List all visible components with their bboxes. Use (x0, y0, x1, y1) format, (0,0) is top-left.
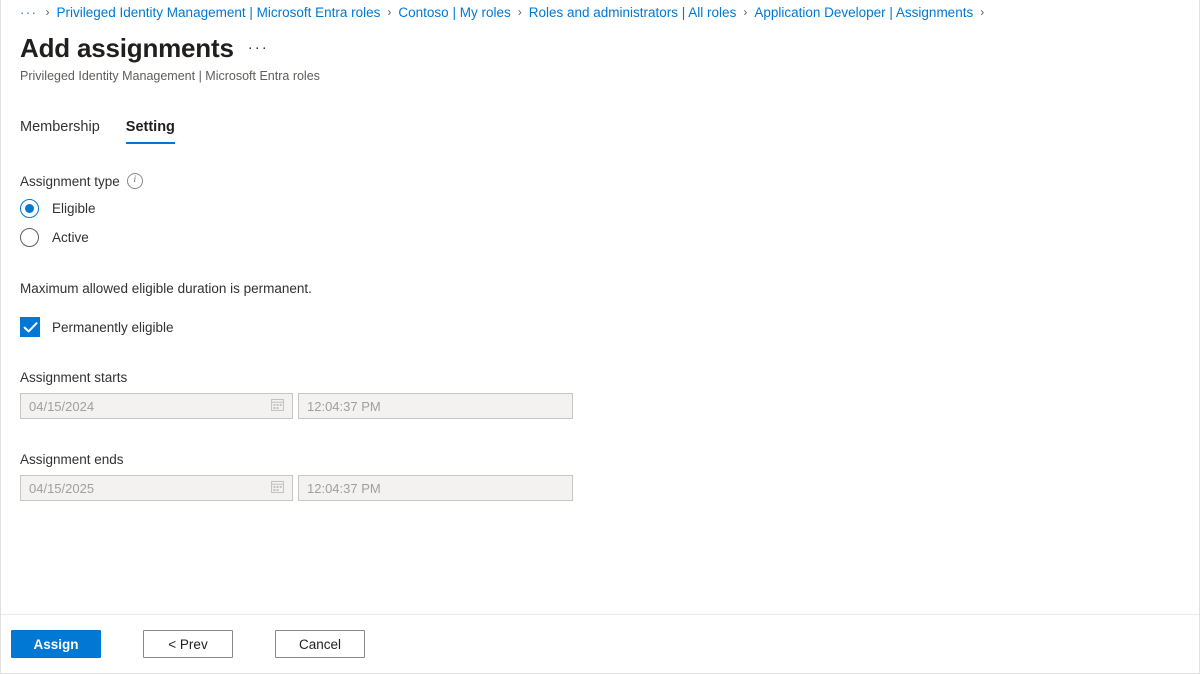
breadcrumb: ··· › Privileged Identity Management | M… (1, 0, 1199, 24)
prev-button[interactable]: < Prev (143, 630, 233, 658)
page-title: Add assignments (20, 33, 234, 63)
assignment-starts-block: Assignment starts 04/15/2024 12:04:37 PM (20, 370, 1199, 419)
chevron-right-icon: › (387, 5, 392, 19)
add-assignments-blade: ··· › Privileged Identity Management | M… (0, 0, 1200, 674)
assignment-ends-block: Assignment ends 04/15/2025 12:04:37 PM (20, 452, 1199, 501)
breadcrumb-item-assignments[interactable]: Application Developer | Assignments (754, 5, 973, 20)
assignment-starts-date-input[interactable]: 04/15/2024 (20, 393, 293, 419)
assignment-ends-time-value: 12:04:37 PM (307, 480, 381, 496)
assignment-starts-row: 04/15/2024 12:04:37 PM (20, 393, 1199, 419)
page-header: Add assignments ··· Privileged Identity … (1, 24, 1199, 83)
breadcrumb-item-pim[interactable]: Privileged Identity Management | Microso… (57, 5, 381, 20)
chevron-right-icon: › (980, 5, 985, 19)
chevron-right-icon: › (743, 5, 748, 19)
permanently-eligible-label: Permanently eligible (52, 319, 174, 335)
assignment-ends-date-input[interactable]: 04/15/2025 (20, 475, 293, 501)
assignment-starts-label: Assignment starts (20, 370, 128, 385)
radio-active-indicator[interactable] (20, 228, 39, 247)
breadcrumb-item-my-roles[interactable]: Contoso | My roles (398, 5, 510, 20)
title-row: Add assignments ··· (20, 32, 1199, 64)
cancel-button[interactable]: Cancel (275, 630, 365, 658)
permanently-eligible-checkbox-row[interactable]: Permanently eligible (20, 317, 174, 337)
footer-action-bar: Assign < Prev Cancel (1, 614, 1199, 673)
assignment-ends-date-value: 04/15/2025 (29, 480, 95, 496)
radio-active-label: Active (52, 230, 89, 245)
assignment-starts-time-value: 12:04:37 PM (307, 398, 381, 414)
radio-option-active[interactable]: Active (20, 228, 89, 247)
page-subtitle: Privileged Identity Management | Microso… (20, 69, 320, 83)
info-icon[interactable]: i (126, 173, 143, 189)
assignment-ends-row: 04/15/2025 12:04:37 PM (20, 475, 1199, 501)
assignment-starts-time-input[interactable]: 12:04:37 PM (298, 393, 573, 419)
breadcrumb-item-all-roles[interactable]: Roles and administrators | All roles (529, 5, 737, 20)
assignment-type-label-row: Assignment type i (20, 173, 1199, 189)
assignment-starts-date-value: 04/15/2024 (29, 398, 95, 414)
tab-membership[interactable]: Membership (20, 119, 100, 144)
tab-list: Membership Setting (20, 112, 1199, 144)
tab-setting[interactable]: Setting (125, 119, 176, 144)
assign-button[interactable]: Assign (11, 630, 101, 658)
assignment-type-label: Assignment type (20, 173, 120, 189)
assignment-ends-time-input[interactable]: 12:04:37 PM (298, 475, 573, 501)
breadcrumb-overflow-icon[interactable]: ··· (20, 5, 39, 20)
radio-option-eligible[interactable]: Eligible (20, 199, 96, 218)
permanently-eligible-checkbox[interactable] (20, 317, 40, 337)
chevron-right-icon: › (517, 5, 522, 19)
calendar-icon[interactable] (271, 480, 284, 496)
more-options-icon[interactable]: ··· (248, 39, 269, 64)
chevron-right-icon: › (45, 5, 50, 19)
duration-note: Maximum allowed eligible duration is per… (20, 281, 312, 296)
radio-eligible-label: Eligible (52, 201, 96, 216)
assignment-ends-label: Assignment ends (20, 452, 124, 467)
settings-form: Assignment type i Eligible Active Maximu… (20, 173, 1199, 501)
radio-eligible-indicator[interactable] (20, 199, 39, 218)
calendar-icon[interactable] (271, 398, 284, 414)
